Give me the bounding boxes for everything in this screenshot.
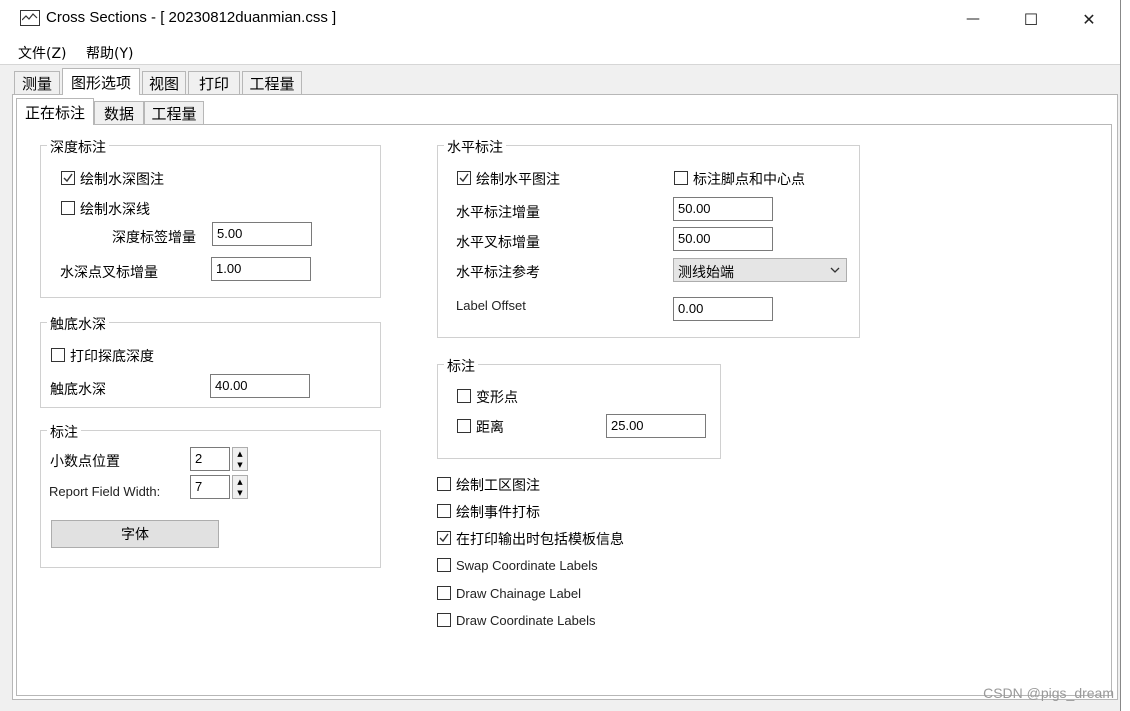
draw-chainage-label: Draw Chainage Label: [456, 586, 582, 601]
font-button[interactable]: 字体: [51, 520, 219, 548]
horizontal-reference-value: 测线始端: [678, 265, 734, 281]
print-depth-label: 打印探底深度: [70, 349, 154, 365]
mark-foot-label: 标注脚点和中心点: [693, 172, 805, 188]
field-width-input[interactable]: 7: [190, 475, 230, 499]
subtab-quantity[interactable]: 工程量: [144, 101, 204, 125]
close-icon: ✕: [1082, 9, 1096, 29]
draw-area-note-checkbox[interactable]: [437, 477, 451, 491]
minimize-icon: —: [966, 11, 980, 27]
deform-point-checkbox[interactable]: [457, 389, 471, 403]
decimal-places-label: 小数点位置: [50, 454, 120, 470]
annotation-group-title: 标注: [47, 422, 81, 442]
distance-label: 距离: [476, 420, 504, 436]
decimal-places-spinner[interactable]: ▲ ▼: [232, 447, 248, 471]
chevron-down-icon: [830, 267, 840, 273]
include-template-checkbox[interactable]: [437, 531, 451, 545]
menu-help[interactable]: 帮助(Y): [86, 43, 133, 63]
minimize-button[interactable]: —: [944, 0, 1002, 38]
label-offset-input[interactable]: 0.00: [673, 297, 773, 321]
draw-depth-note-label: 绘制水深图注: [80, 172, 164, 188]
draw-area-note-label: 绘制工区图注: [456, 478, 540, 494]
draw-horizontal-checkbox[interactable]: [457, 171, 471, 185]
subtab-annotating[interactable]: 正在标注: [16, 98, 94, 125]
draw-horizontal-label: 绘制水平图注: [476, 172, 560, 188]
mark-foot-checkbox[interactable]: [674, 171, 688, 185]
spin-down-icon[interactable]: ▼: [233, 487, 247, 498]
swap-coordinate-checkbox[interactable]: [437, 558, 451, 572]
subtab-data[interactable]: 数据: [94, 101, 144, 125]
watermark: CSDN @pigs_dream: [983, 685, 1114, 701]
print-depth-checkbox[interactable]: [51, 348, 65, 362]
horizontal-cross-input[interactable]: 50.00: [673, 227, 773, 251]
tab-view[interactable]: 视图: [142, 71, 186, 95]
menu-file[interactable]: 文件(Z): [18, 43, 67, 63]
bottom-depth-label: 触底水深: [50, 382, 106, 398]
horizontal-reference-select[interactable]: 测线始端: [673, 258, 847, 282]
mark-group-title: 标注: [444, 356, 478, 376]
tab-measure[interactable]: 测量: [14, 71, 60, 95]
draw-coordinate-checkbox[interactable]: [437, 613, 451, 627]
check-icon: [63, 173, 73, 183]
bottom-depth-group-title: 触底水深: [47, 314, 109, 334]
bottom-depth-input[interactable]: 40.00: [210, 374, 310, 398]
depth-cross-increment-label: 水深点叉标增量: [60, 265, 158, 281]
swap-coordinate-label: Swap Coordinate Labels: [456, 558, 598, 573]
spin-up-icon[interactable]: ▲: [233, 476, 247, 487]
draw-chainage-checkbox[interactable]: [437, 586, 451, 600]
draw-coordinate-label: Draw Coordinate Labels: [456, 613, 596, 628]
mark-group: [437, 364, 721, 459]
draw-depth-note-checkbox[interactable]: [61, 171, 75, 185]
maximize-icon: ☐: [1023, 9, 1039, 29]
menu-bar: [0, 38, 1120, 65]
app-icon: [20, 10, 40, 26]
draw-depth-line-label: 绘制水深线: [80, 202, 150, 218]
close-button[interactable]: ✕: [1060, 0, 1118, 38]
check-icon: [439, 533, 449, 543]
depth-cross-increment-input[interactable]: 1.00: [211, 257, 311, 281]
maximize-button[interactable]: ☐: [1002, 0, 1060, 38]
draw-event-mark-label: 绘制事件打标: [456, 505, 540, 521]
horizontal-group-title: 水平标注: [444, 137, 506, 157]
depth-group-title: 深度标注: [47, 137, 109, 157]
label-offset-label: Label Offset: [456, 298, 526, 313]
draw-depth-line-checkbox[interactable]: [61, 201, 75, 215]
tab-graphic-options[interactable]: 图形选项: [62, 68, 140, 95]
depth-label-increment-input[interactable]: 5.00: [212, 222, 312, 246]
deform-point-label: 变形点: [476, 390, 518, 406]
check-icon: [459, 173, 469, 183]
draw-event-mark-checkbox[interactable]: [437, 504, 451, 518]
horizontal-cross-label: 水平叉标增量: [456, 235, 540, 251]
horizontal-reference-label: 水平标注参考: [456, 265, 540, 281]
include-template-label: 在打印输出时包括模板信息: [456, 532, 624, 548]
depth-label-increment-label: 深度标签增量: [112, 230, 196, 246]
decimal-places-input[interactable]: 2: [190, 447, 230, 471]
horizontal-increment-label: 水平标注增量: [456, 205, 540, 221]
window-title: Cross Sections - [ 20230812duanmian.css …: [46, 9, 337, 26]
spin-up-icon[interactable]: ▲: [233, 448, 247, 459]
distance-input[interactable]: 25.00: [606, 414, 706, 438]
horizontal-increment-input[interactable]: 50.00: [673, 197, 773, 221]
tab-print[interactable]: 打印: [188, 71, 240, 95]
field-width-label: Report Field Width:: [49, 484, 161, 499]
spin-down-icon[interactable]: ▼: [233, 459, 247, 470]
distance-checkbox[interactable]: [457, 419, 471, 433]
field-width-spinner[interactable]: ▲ ▼: [232, 475, 248, 499]
tab-quantity[interactable]: 工程量: [242, 71, 302, 95]
